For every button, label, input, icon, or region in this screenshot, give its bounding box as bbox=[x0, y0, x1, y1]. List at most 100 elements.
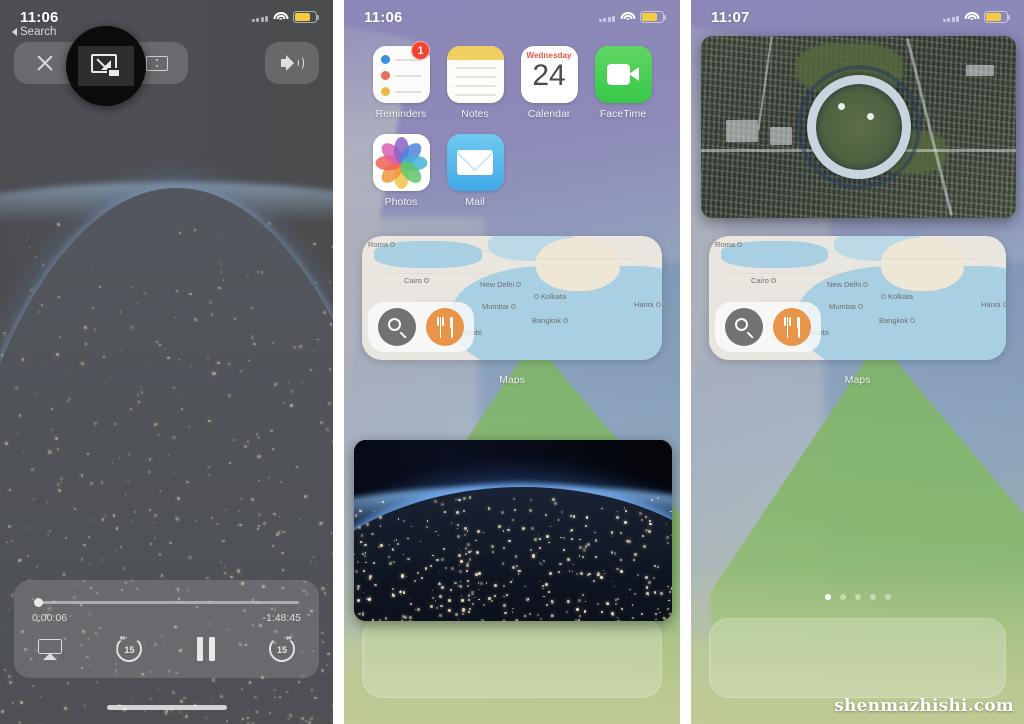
app-label: Notes bbox=[461, 108, 489, 120]
maps-restaurants-button[interactable] bbox=[426, 308, 464, 346]
phone-panel-player: 11:06 Search 0:00:06 -1:48:45 ↞ 15 ↠ 15 bbox=[0, 0, 333, 724]
search-icon bbox=[734, 317, 754, 339]
city-label-new-delhi: New Delhi bbox=[480, 280, 522, 289]
photos-icon bbox=[372, 134, 430, 191]
earth-video-frame bbox=[354, 440, 672, 621]
maps-quick-actions bbox=[715, 302, 821, 352]
scrubber-track bbox=[34, 601, 299, 604]
speaker-icon bbox=[280, 54, 304, 72]
map-pin-icon bbox=[770, 278, 776, 283]
city-label-kolkata: Kolkata bbox=[881, 292, 913, 301]
close-button[interactable] bbox=[20, 46, 70, 80]
pause-button[interactable] bbox=[196, 634, 215, 664]
airplay-button[interactable] bbox=[38, 634, 62, 664]
magnifier-inner bbox=[78, 46, 134, 86]
city-label-hanoi: Hanoi bbox=[634, 300, 661, 309]
city-label-cairo: Cairo bbox=[404, 276, 429, 285]
maps-widget-label: Maps bbox=[844, 374, 871, 386]
city-label-mumbai: Mumbai bbox=[829, 302, 863, 311]
time-labels: 0:00:06 -1:48:45 bbox=[32, 612, 301, 624]
back-to-search-button[interactable]: Search bbox=[12, 26, 56, 38]
app-photos[interactable]: Photos bbox=[364, 134, 438, 208]
airplay-icon bbox=[38, 638, 62, 660]
mail-icon bbox=[446, 134, 504, 191]
forward-15-button[interactable]: ↠ 15 bbox=[268, 634, 295, 664]
bottom-widget[interactable] bbox=[362, 618, 662, 698]
calendar-icon: Wednesday 24 bbox=[520, 46, 578, 103]
panel-divider-1 bbox=[333, 0, 344, 724]
watermark: shenmazhishi.com bbox=[834, 696, 1014, 716]
calendar-day: 24 bbox=[532, 59, 566, 92]
map-pin-icon bbox=[863, 282, 869, 287]
maps-search-button[interactable] bbox=[378, 308, 416, 346]
apple-park-ring-building bbox=[806, 75, 911, 179]
city-label-kolkata: Kolkata bbox=[534, 292, 566, 301]
maps-widget[interactable]: Roma Cairo New Delhi Kolkata Mumbai Hano… bbox=[709, 236, 1006, 360]
maps-search-button[interactable] bbox=[725, 308, 763, 346]
rewind-15-button[interactable]: ↞ 15 bbox=[116, 634, 143, 664]
city-label-cairo: Cairo bbox=[751, 276, 776, 285]
app-facetime[interactable]: FaceTime bbox=[586, 46, 660, 120]
transport-buttons: ↞ 15 ↠ 15 bbox=[32, 634, 301, 664]
scrubber[interactable] bbox=[34, 598, 299, 607]
notes-icon bbox=[446, 46, 504, 103]
elapsed-time: 0:00:06 bbox=[32, 612, 68, 624]
map-pin-icon bbox=[510, 304, 516, 309]
app-label: Photos bbox=[384, 196, 418, 208]
reminders-badge: 1 bbox=[411, 41, 430, 60]
app-label: Mail bbox=[465, 196, 485, 208]
app-label: Calendar bbox=[527, 108, 571, 120]
scrubber-knob[interactable] bbox=[34, 598, 43, 607]
video-camera-icon bbox=[607, 64, 639, 85]
map-pin-icon bbox=[910, 318, 916, 323]
page-dots[interactable] bbox=[691, 594, 1024, 600]
restaurant-icon bbox=[436, 316, 454, 338]
pinwheel-icon bbox=[375, 136, 427, 189]
app-notes[interactable]: Notes bbox=[438, 46, 512, 120]
map-pin-icon bbox=[1002, 302, 1006, 307]
city-label-bangkok: Bangkok bbox=[879, 316, 916, 325]
app-label: Reminders bbox=[375, 108, 427, 120]
map-pin-icon bbox=[563, 318, 569, 323]
satellite-building bbox=[770, 127, 793, 146]
forward-15-icon: ↠ 15 bbox=[268, 634, 295, 662]
envelope-icon bbox=[457, 150, 493, 175]
player-transport-bar: 0:00:06 -1:48:45 ↞ 15 ↠ 15 bbox=[14, 580, 319, 678]
search-icon bbox=[387, 317, 407, 339]
facetime-icon bbox=[594, 46, 652, 103]
remaining-time: -1:48:45 bbox=[262, 612, 301, 624]
apple-park-satellite-frame bbox=[701, 36, 1016, 218]
pip-video-window[interactable] bbox=[354, 440, 672, 621]
map-pin-icon bbox=[881, 294, 886, 299]
screenshot-root: 11:06 Search 0:00:06 -1:48:45 ↞ 15 ↠ 15 … bbox=[0, 0, 1024, 724]
map-pin-icon bbox=[423, 278, 429, 283]
rewind-15-icon: ↞ 15 bbox=[116, 634, 143, 662]
maps-quick-actions bbox=[368, 302, 474, 352]
phone-panel-home-pip-moved: 11:07 Roma Cairo New Delhi Kolkata Mumba… bbox=[691, 0, 1024, 724]
pause-icon bbox=[196, 637, 215, 661]
app-calendar[interactable]: Wednesday 24 Calendar bbox=[512, 46, 586, 120]
back-label: Search bbox=[20, 26, 57, 38]
city-label-roma: Roma bbox=[715, 240, 743, 249]
home-indicator[interactable] bbox=[106, 705, 227, 710]
bottom-widget[interactable] bbox=[709, 618, 1006, 698]
panel-divider-2 bbox=[680, 0, 691, 724]
back-chevron-icon bbox=[12, 28, 17, 36]
pip-video-window[interactable] bbox=[701, 36, 1016, 218]
restaurant-icon bbox=[783, 316, 801, 338]
map-pin-icon bbox=[534, 294, 539, 299]
map-pin-icon bbox=[737, 242, 743, 247]
map-pin-icon bbox=[390, 242, 396, 247]
app-label: FaceTime bbox=[599, 108, 647, 120]
close-icon bbox=[35, 53, 55, 73]
maps-widget[interactable]: Roma Cairo New Delhi Kolkata Mumbai Hano… bbox=[362, 236, 662, 360]
rewind-seconds: 15 bbox=[124, 645, 135, 655]
app-mail[interactable]: Mail bbox=[438, 134, 512, 208]
city-lights bbox=[354, 494, 672, 621]
volume-button[interactable] bbox=[265, 42, 319, 84]
player-top-controls bbox=[14, 42, 319, 84]
maps-restaurants-button[interactable] bbox=[773, 308, 811, 346]
picture-in-picture-icon bbox=[91, 54, 121, 78]
app-reminders[interactable]: 1 Reminders bbox=[364, 41, 438, 120]
city-label-mumbai: Mumbai bbox=[482, 302, 516, 311]
